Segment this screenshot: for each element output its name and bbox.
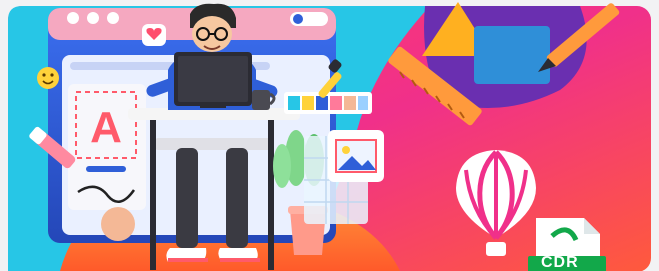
typography-card: A xyxy=(68,84,146,210)
color-palette-swatches xyxy=(284,92,372,114)
smiley-emoji-icon xyxy=(37,67,59,89)
ball-shape xyxy=(101,207,135,241)
letter-a-glyph: A xyxy=(90,103,122,152)
illustration-banner: A CDR xyxy=(0,0,659,271)
laptop-icon xyxy=(174,52,252,108)
image-thumbnail-icon xyxy=(328,130,384,182)
heart-bubble-icon xyxy=(142,24,166,46)
cdr-file-label: CDR xyxy=(541,254,579,271)
